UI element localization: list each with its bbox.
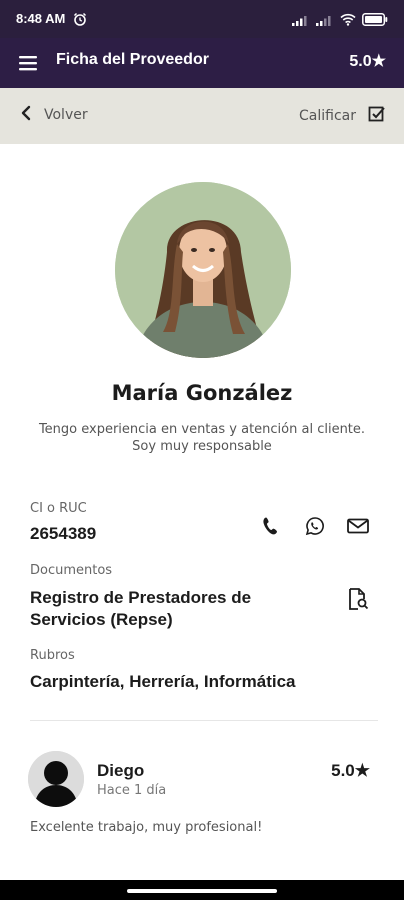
app-bar: Ficha del Proveedor 5.0★	[0, 38, 404, 88]
review-author: Diego	[97, 761, 145, 780]
system-nav-bar	[0, 880, 404, 900]
bio-line: Soy muy responsable	[132, 439, 272, 454]
provider-rating: 5.0★	[349, 53, 386, 70]
review-text: Excelente trabajo, muy profesional!	[30, 820, 263, 835]
phone-icon[interactable]	[262, 516, 280, 540]
rubros-label: Rubros	[30, 648, 75, 663]
whatsapp-icon[interactable]	[305, 516, 325, 540]
action-bar: Volver Calificar	[0, 88, 404, 144]
profile-photo	[115, 182, 291, 358]
ci-label: CI o RUC	[30, 501, 87, 516]
alarm-icon	[73, 11, 87, 30]
status-time: 8:48 AM	[16, 11, 66, 26]
status-icons	[292, 11, 388, 30]
signal-icon	[316, 11, 334, 30]
provider-bio: Tengo experiencia en ventas y atención a…	[20, 421, 384, 455]
checkbox-icon	[368, 105, 386, 127]
signal-icon	[292, 11, 310, 30]
wifi-icon	[340, 11, 356, 30]
documents-label: Documentos	[30, 563, 113, 578]
chevron-left-icon	[20, 105, 32, 125]
mail-icon[interactable]	[347, 518, 369, 538]
home-handle[interactable]	[127, 889, 277, 893]
divider	[30, 720, 378, 721]
documents-value: Registro de Prestadores de Servicios (Re…	[30, 588, 252, 629]
page-title: Ficha del Proveedor	[56, 51, 209, 68]
document-search-icon[interactable]	[347, 587, 369, 615]
menu-icon[interactable]	[19, 53, 39, 73]
avatar	[28, 751, 84, 807]
back-button[interactable]: Volver	[20, 105, 88, 125]
rubros-value: Carpintería, Herrería, Informática	[30, 672, 296, 691]
provider-name: María González	[111, 381, 293, 405]
status-bar: 8:48 AM	[0, 0, 404, 38]
back-label: Volver	[44, 107, 88, 123]
ci-value: 2654389	[30, 524, 97, 543]
battery-icon	[362, 11, 388, 30]
rate-label: Calificar	[299, 108, 356, 124]
review-rating: 5.0★	[331, 761, 370, 780]
review-time: Hace 1 día	[97, 783, 167, 798]
bio-line: Tengo experiencia en ventas y atención a…	[38, 422, 366, 437]
rate-button[interactable]: Calificar	[299, 105, 386, 127]
